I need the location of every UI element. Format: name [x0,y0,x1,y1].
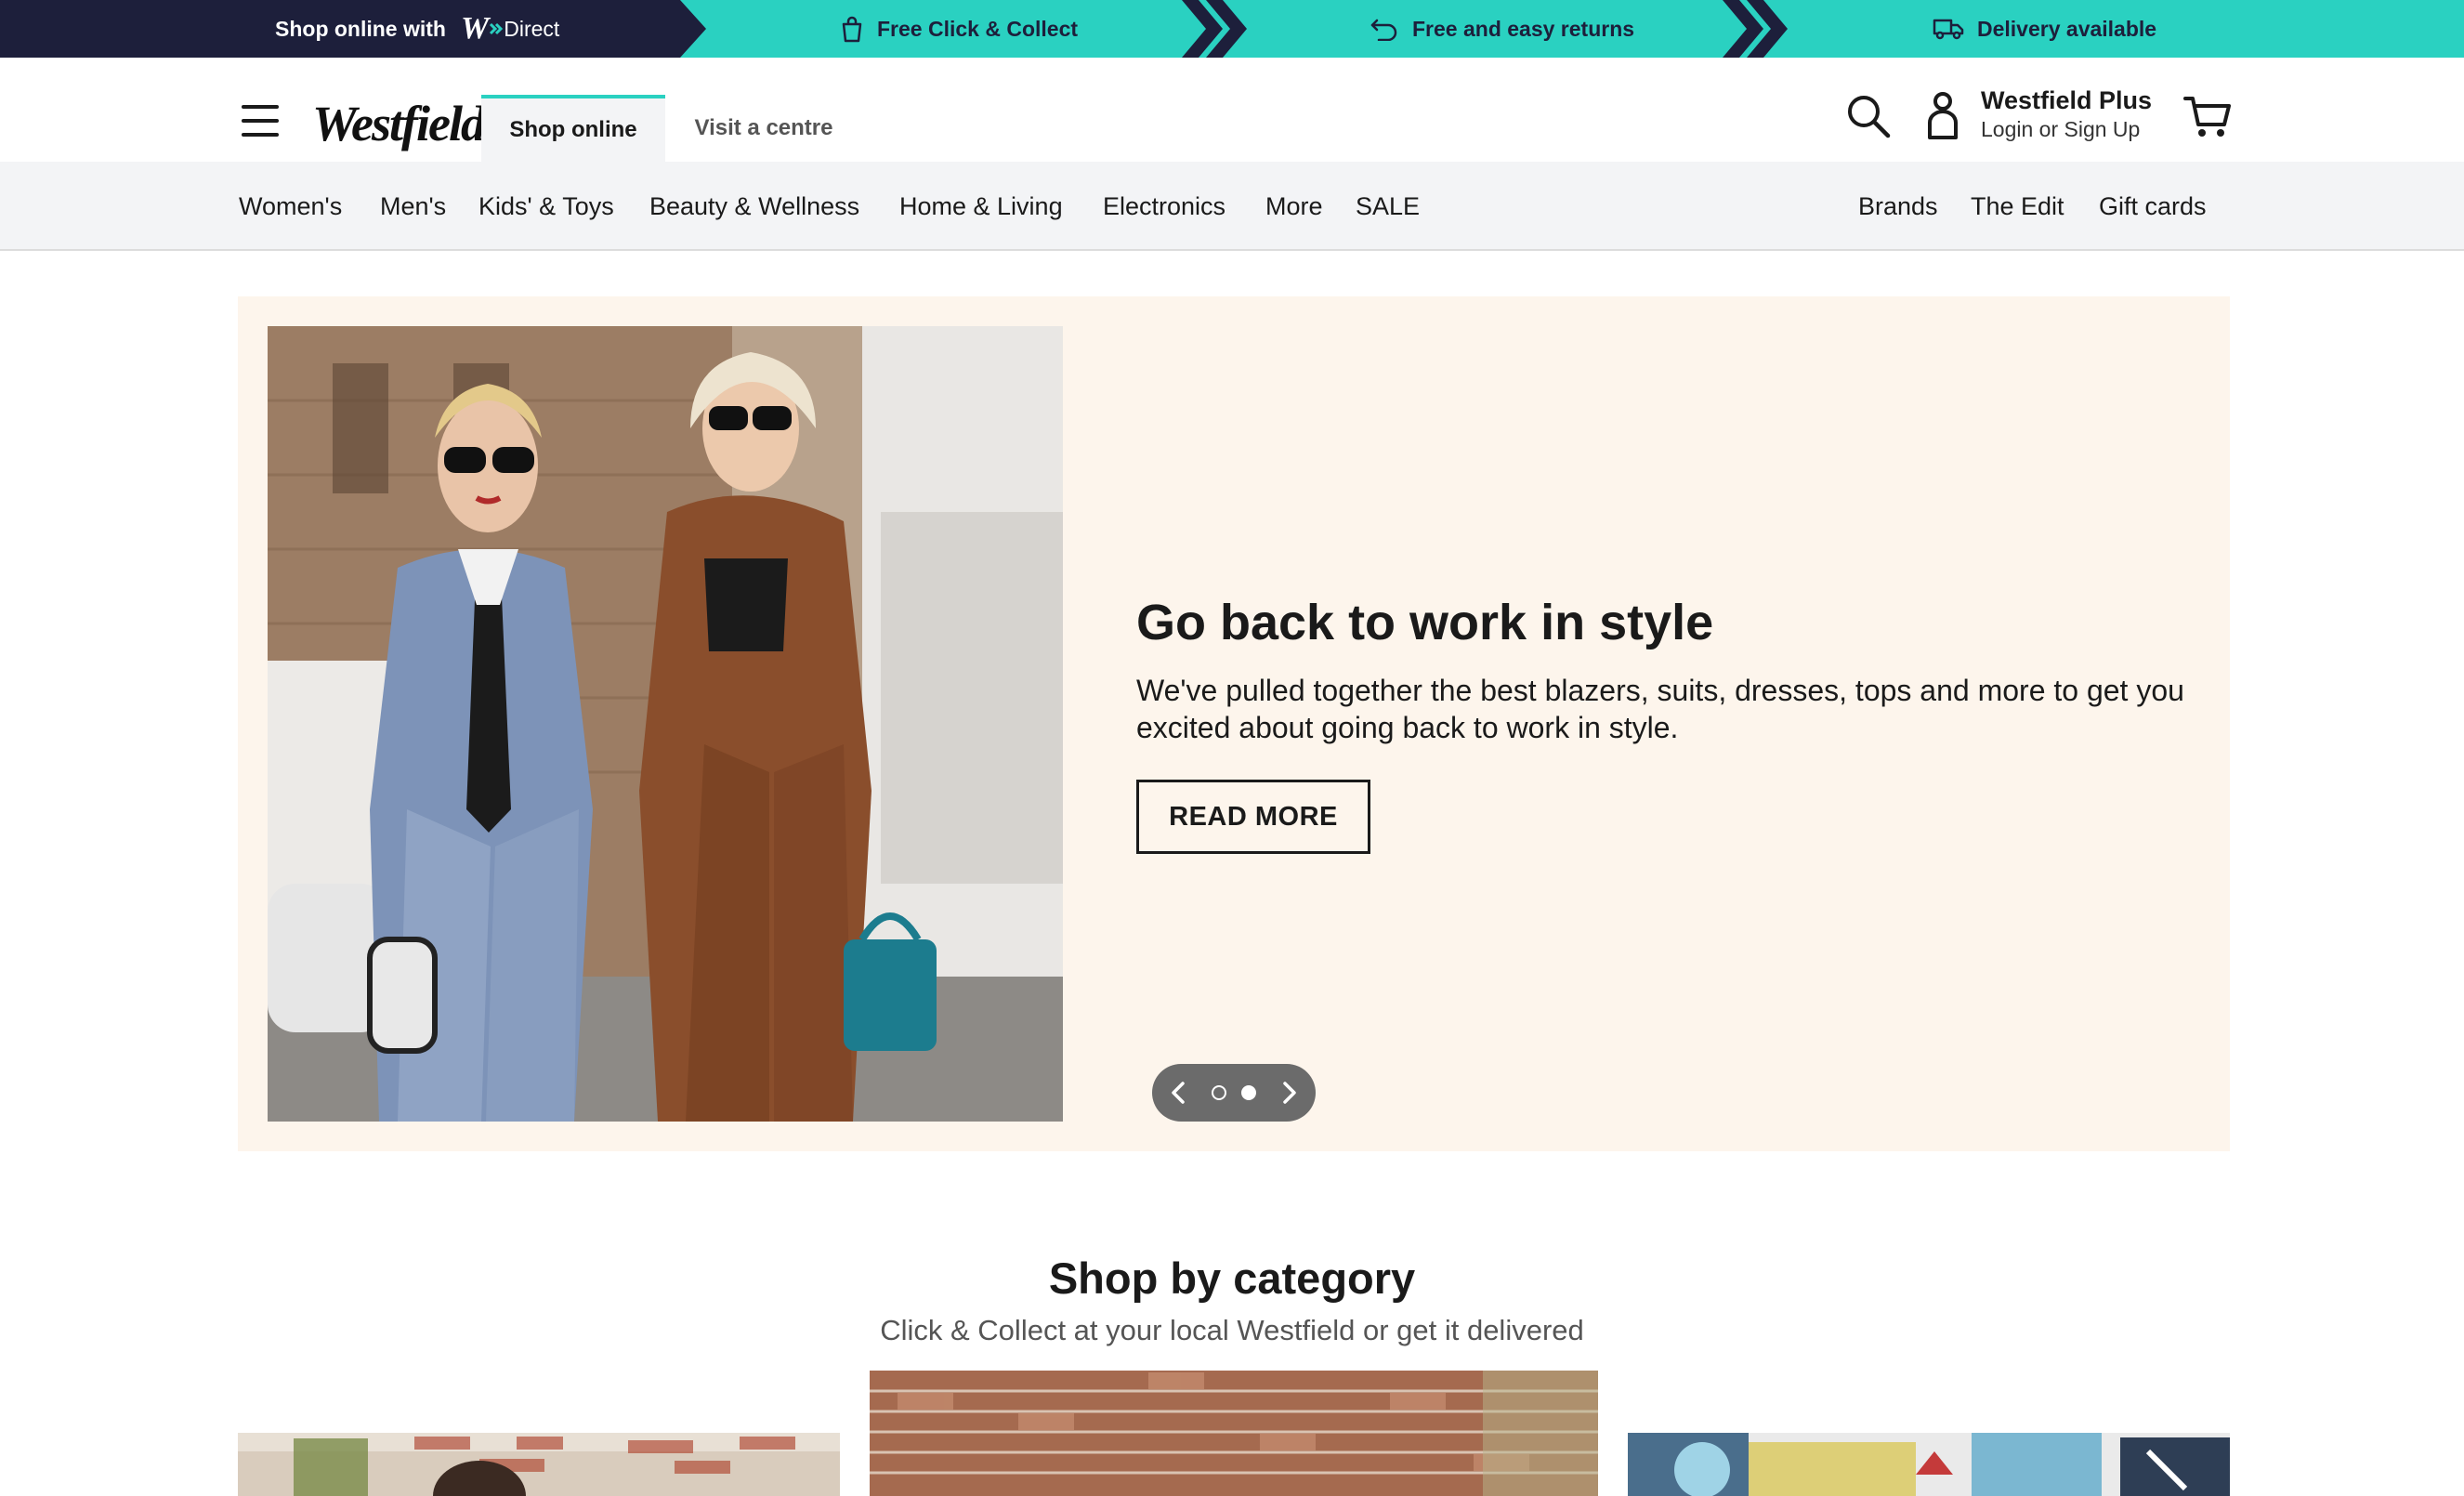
promo-shop-online-text: Shop online with [275,16,446,41]
nav-kids-toys[interactable]: Kids' & Toys [478,162,614,251]
shopping-bag-icon [842,16,862,43]
nav-sale[interactable]: SALE [1356,162,1420,251]
account-subtitle: Login or Sign Up [1981,117,2141,142]
account-login[interactable]: Westfield Plus Login or Sign Up [1981,85,2152,143]
account-title: Westfield Plus [1981,86,2153,114]
delivery-truck-icon [1933,19,1964,40]
shop-by-category-subtitle: Click & Collect at your local Westfield … [880,1314,1584,1346]
nav-more[interactable]: More [1265,162,1323,251]
double-chevron-icon [490,22,504,35]
chevron-separator-icon [1723,0,1788,58]
category-card-image [1628,1433,2230,1496]
read-more-button[interactable]: READ MORE [1136,780,1370,854]
category-card[interactable] [238,1433,840,1496]
hero-title: Go back to work in style [1136,595,1714,650]
nav-electronics[interactable]: Electronics [1103,162,1225,251]
nav-womens[interactable]: Women's [239,162,342,251]
fashion-photo-illustration [268,326,1063,1122]
site-header: Westfield Shop online Visit a centre Wes… [0,58,2464,162]
category-nav: Women's Men's Kids' & Toys Beauty & Well… [0,162,2464,251]
category-card-image [238,1433,840,1496]
chevron-left-icon [1172,1082,1185,1104]
category-card[interactable] [870,1371,1598,1496]
nav-beauty-wellness[interactable]: Beauty & Wellness [649,162,859,251]
westfield-logo[interactable]: Westfield [312,95,486,152]
w-logo-icon: W [460,11,490,46]
promo-free-returns[interactable]: Free and easy returns [1370,0,1634,58]
tab-shop-online[interactable]: Shop online [481,95,665,162]
carousel-dot-2-active[interactable] [1241,1085,1256,1100]
hamburger-menu-icon[interactable] [242,105,279,137]
wdirect-logo: W Direct [459,11,559,46]
category-card[interactable] [1628,1433,2230,1496]
nav-mens[interactable]: Men's [380,162,446,251]
carousel-prev-button[interactable] [1165,1080,1191,1106]
nav-brands[interactable]: Brands [1858,162,1938,251]
search-icon[interactable] [1845,93,1892,139]
hero-description: We've pulled together the best blazers, … [1136,674,2184,744]
nav-the-edit[interactable]: The Edit [1971,162,2064,251]
nav-gift-cards[interactable]: Gift cards [2099,162,2207,251]
promo-bar: Shop online with W Direct Free Click & C… [0,0,2464,58]
promo-item-label: Free Click & Collect [877,16,1079,41]
hero-image[interactable] [268,326,1063,1122]
cart-icon[interactable] [2183,95,2232,139]
hero-banner: Go back to work in style We've pulled to… [238,296,2230,1151]
carousel-controls [1152,1064,1316,1122]
shop-by-category-title: Shop by category [1048,1253,1416,1303]
carousel-dots [1212,1085,1256,1100]
chevron-separator-icon [1182,0,1247,58]
promo-free-click-collect[interactable]: Free Click & Collect [840,0,1078,58]
promo-item-label: Free and easy returns [1412,16,1635,41]
nav-home-living[interactable]: Home & Living [899,162,1063,251]
promo-shop-online-wdirect[interactable]: Shop online with W Direct [275,0,559,58]
category-card-image [870,1371,1598,1496]
user-icon[interactable] [1925,91,1960,141]
return-arrow-icon [1370,19,1397,41]
carousel-next-button[interactable] [1277,1080,1303,1106]
tab-visit-a-centre[interactable]: Visit a centre [665,95,862,162]
promo-delivery[interactable]: Delivery available [1933,0,2156,58]
promo-item-label: Delivery available [1977,16,2157,41]
carousel-dot-1[interactable] [1212,1085,1226,1100]
direct-label: Direct [504,16,560,41]
chevron-right-icon [1283,1082,1296,1104]
